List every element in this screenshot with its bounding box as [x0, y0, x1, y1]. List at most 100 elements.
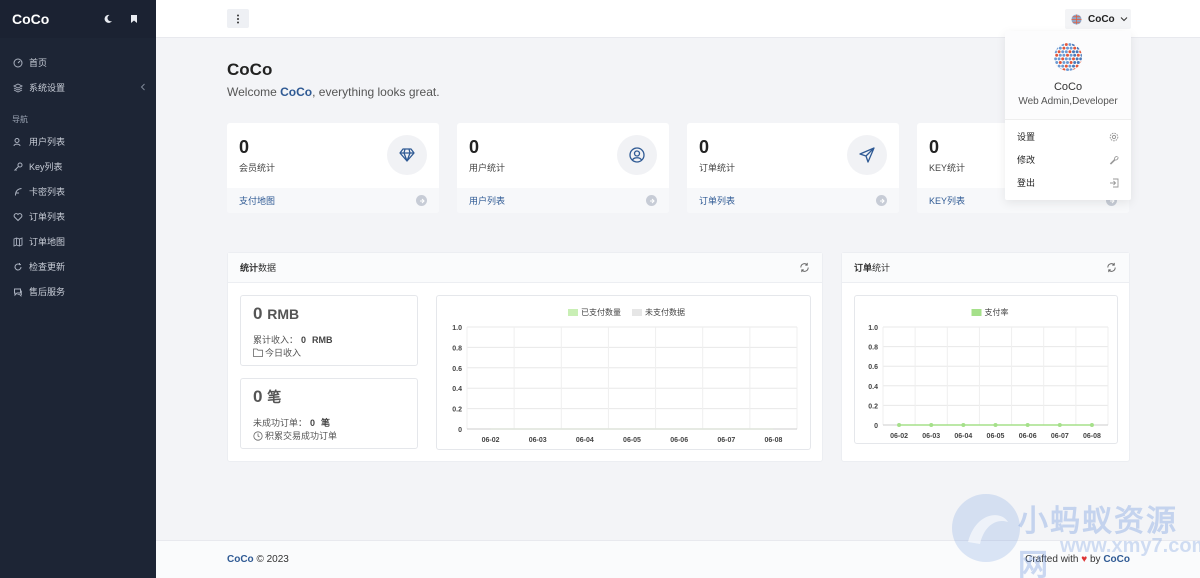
sidebar: CoCo 首页 系统设置 导航 用户列表 Key列表 卡密列表 订单列表 订单地…: [0, 0, 156, 578]
legend-label: 已支付数量: [581, 307, 621, 317]
sidebar-item-cards[interactable]: 卡密列表: [0, 179, 156, 204]
refresh-icon: [12, 261, 24, 273]
refresh-icon[interactable]: [1106, 262, 1117, 273]
chart-payments: 0 0.2 0.4 0.6 0.8 1.0 06-02 06-03 06-04 06-05 06-0…: [436, 295, 811, 450]
x-tick-label: 06-04: [576, 437, 594, 444]
sidebar-item-label: 系统设置: [29, 83, 66, 93]
refresh-icon[interactable]: [799, 262, 810, 273]
stat-footer-link[interactable]: 支付地图: [227, 188, 439, 213]
menu-item-settings[interactable]: 设置: [1005, 125, 1131, 148]
income-amount: 0: [253, 304, 263, 323]
orders-unit: 笔: [267, 389, 282, 405]
panel-header: 订单统计: [842, 253, 1129, 283]
stat-label: 会员统计: [239, 163, 276, 173]
key-icon: [12, 161, 24, 173]
sidebar-item-label: 卡密列表: [29, 187, 66, 197]
welcome-name: CoCo: [280, 85, 313, 99]
dropdown-items: 设置 修改 登出: [1005, 120, 1131, 194]
user-circle-icon: [617, 135, 657, 175]
folder-icon: [253, 348, 263, 357]
gear-icon: [1109, 132, 1119, 141]
stat-value: 0: [929, 137, 940, 157]
x-tick-label: 06-07: [717, 437, 735, 444]
income-box: 0 RMB 累计收入： 0 RMB 今日收入: [240, 295, 418, 366]
watermark-url: www.xmy7.com: [1060, 535, 1200, 557]
data-point: [1057, 423, 1062, 427]
x-tick-label: 06-08: [1083, 433, 1101, 440]
sidebar-item-orders[interactable]: 订单列表: [0, 204, 156, 229]
orders-failed-unit: 笔: [321, 418, 331, 428]
user-name: CoCo: [1088, 13, 1115, 25]
y-tick-label: 1.0: [452, 325, 462, 332]
legend-label: 支付率: [985, 307, 1009, 317]
more-menu-button[interactable]: [227, 9, 249, 28]
wrench-icon: [1109, 155, 1119, 165]
x-tick-label: 06-05: [987, 433, 1005, 440]
income-total-label: 累计收入：: [253, 335, 299, 345]
x-tick-label: 06-03: [529, 437, 547, 444]
chevron-left-icon: [140, 83, 146, 93]
sidebar-item-label: Key列表: [29, 162, 63, 172]
stat-card-orders: 0 订单统计 订单列表: [687, 123, 899, 213]
stat-footer-link[interactable]: 用户列表: [457, 188, 669, 213]
orders-failed-value: 0: [310, 417, 316, 428]
sidebar-item-label: 订单地图: [29, 237, 66, 247]
y-tick-label: 0: [874, 423, 878, 430]
x-tick-label: 06-07: [1051, 433, 1069, 440]
data-point: [1089, 423, 1094, 427]
data-point: [961, 423, 966, 427]
brand-logo[interactable]: CoCo: [12, 11, 92, 27]
x-tick-label: 06-06: [670, 437, 688, 444]
sidebar-item-home[interactable]: 首页: [0, 50, 156, 75]
chat-icon: [12, 286, 24, 298]
income-total-unit: RMB: [312, 334, 333, 345]
data-point: [1025, 423, 1030, 427]
bookmark-icon: [131, 15, 137, 23]
x-tick-label: 06-03: [922, 433, 940, 440]
stat-link-label: 用户列表: [469, 196, 506, 206]
user-menu-button[interactable]: CoCo: [1065, 9, 1131, 29]
users-icon: [12, 136, 24, 148]
orders-success: 积累交易成功订单: [253, 429, 337, 442]
stat-value: 0: [239, 137, 250, 157]
sidebar-item-label: 检查更新: [29, 262, 66, 272]
panel-title-bold: 订单: [854, 263, 873, 273]
legend-swatch: [632, 309, 642, 316]
stat-footer-link[interactable]: 订单列表: [687, 188, 899, 213]
nav-heading: 导航: [12, 115, 28, 124]
chart-payment-rate: 0 0.2 0.4 0.6 0.8 1.0 06-02 06-03 06-04 06-05 06-0…: [854, 295, 1118, 444]
panel-title: 统计数据: [240, 261, 276, 274]
sidebar-item-users[interactable]: 用户列表: [0, 129, 156, 154]
sidebar-item-settings[interactable]: 系统设置: [0, 75, 156, 100]
arrow-right-circle-icon: [416, 195, 427, 206]
sidebar-item-keys[interactable]: Key列表: [0, 154, 156, 179]
x-tick-label: 06-05: [623, 437, 641, 444]
orders-success-label: 积累交易成功订单: [265, 431, 338, 441]
arrow-right-circle-icon: [876, 195, 887, 206]
menu-item-logout[interactable]: 登出: [1005, 171, 1131, 194]
welcome-prefix: Welcome: [227, 85, 281, 99]
layers-icon: [12, 82, 24, 94]
x-tick-label: 06-06: [1019, 433, 1037, 440]
sidebar-item-order-map[interactable]: 订单地图: [0, 229, 156, 254]
sidebar-item-updates[interactable]: 检查更新: [0, 254, 156, 279]
stat-card-members: 0 会员统计 支付地图: [227, 123, 439, 213]
dark-mode-toggle[interactable]: [98, 9, 118, 29]
sidebar-pin-button[interactable]: [124, 9, 144, 29]
x-tick-label: 06-02: [890, 433, 908, 440]
stat-value: 0: [469, 137, 480, 157]
stat-link-label: 订单列表: [699, 196, 736, 206]
dropdown-profile: CoCo Web Admin,Developer: [1005, 31, 1131, 120]
stat-link-label: 支付地图: [239, 196, 276, 206]
logout-icon: [1110, 178, 1119, 187]
footer-copy: © 2023: [256, 554, 289, 565]
y-tick-label: 0.4: [868, 384, 878, 391]
income-value: 0 RMB: [253, 304, 299, 324]
panel-order-statistics: 订单统计 0 0.2 0.4 0.6 0.8 1.0 06-02 06-03 06-04 06-0…: [841, 252, 1130, 462]
heart-icon: [12, 211, 24, 223]
footer-brand-link[interactable]: CoCo: [227, 554, 254, 565]
panel-title-bold: 统计: [240, 263, 259, 273]
welcome-text: Welcome CoCo, everything looks great.: [227, 85, 440, 99]
menu-item-edit[interactable]: 修改: [1005, 148, 1131, 171]
sidebar-item-support[interactable]: 售后服务: [0, 279, 156, 304]
